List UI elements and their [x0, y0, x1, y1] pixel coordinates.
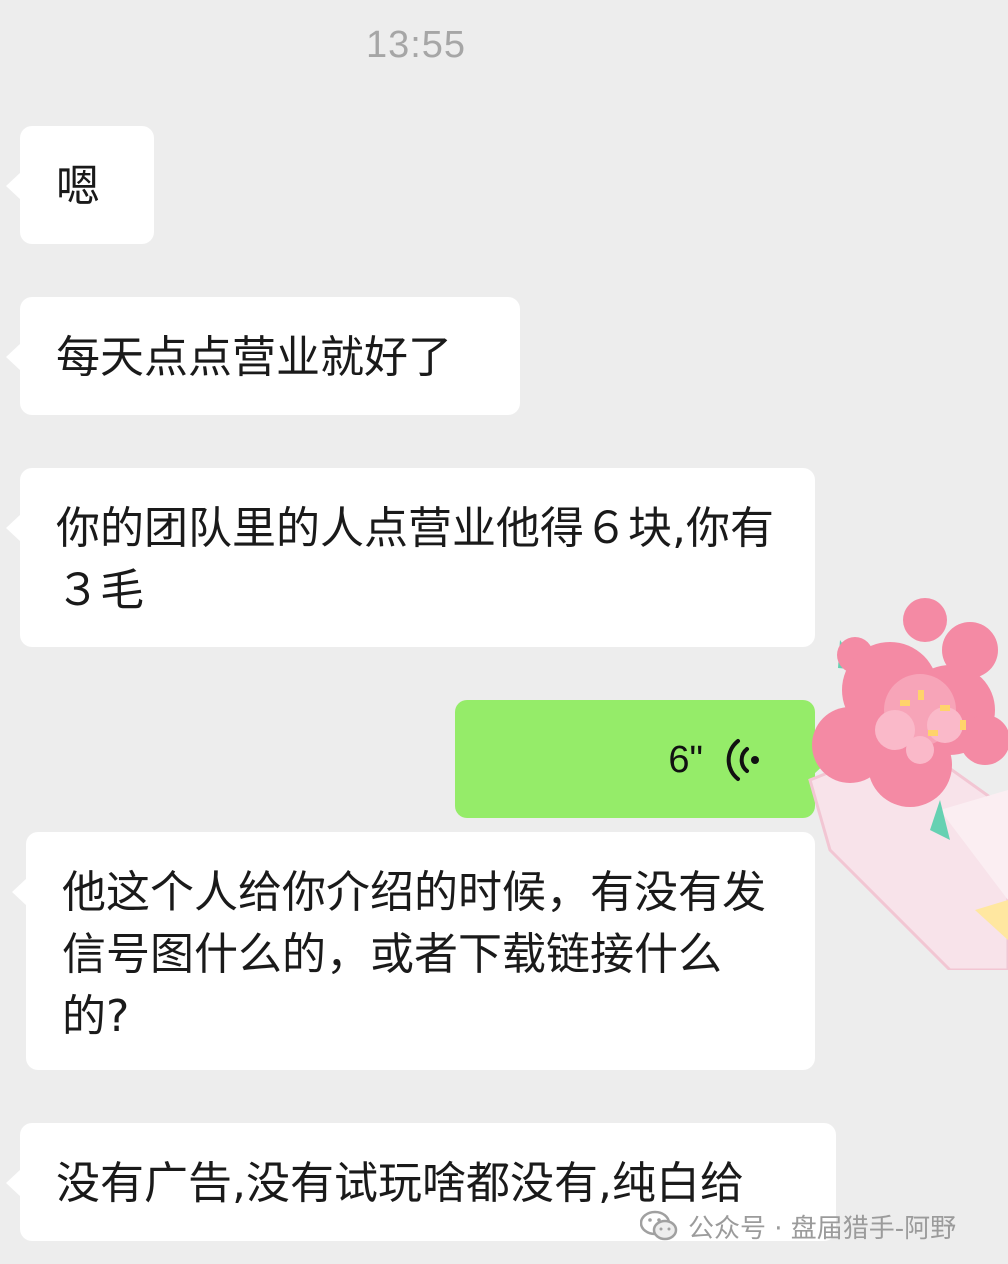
voice-duration: 6": [668, 739, 703, 781]
official-account-watermark: 公众号 · 盘届猎手-阿野: [640, 1202, 956, 1250]
flower-bouquet-icon: [808, 598, 1008, 970]
incoming-message-bubble[interactable]: 他这个人给你介绍的时候，有没有发信号图什么的，或者下载链接什么的?: [12, 832, 815, 1070]
message-timestamp: 13:55: [365, 24, 467, 66]
voice-wave-icon: [726, 739, 759, 781]
incoming-message-bubble[interactable]: 嗯: [6, 126, 154, 244]
chat-screen: 13:55 嗯 每天点点营业就好了 你的团队里的人点营业他得６块,你有３毛 6"…: [0, 0, 1008, 1264]
message-text: 嗯: [56, 161, 100, 212]
message-text: 你的团队里的人点营业他得６块,你有３毛: [56, 503, 774, 616]
outgoing-voice-message[interactable]: 6": [455, 700, 829, 818]
message-text: 每天点点营业就好了: [56, 332, 452, 383]
wechat-official-account-icon: [640, 1210, 678, 1241]
watermark-text: 公众号 · 盘届猎手-阿野: [688, 1213, 957, 1244]
incoming-message-bubble[interactable]: 每天点点营业就好了: [6, 297, 520, 415]
message-text: 他这个人给你介绍的时候，有没有发信号图什么的，或者下载链接什么的?: [62, 867, 766, 1042]
incoming-message-bubble[interactable]: 你的团队里的人点营业他得６块,你有３毛: [6, 468, 815, 647]
